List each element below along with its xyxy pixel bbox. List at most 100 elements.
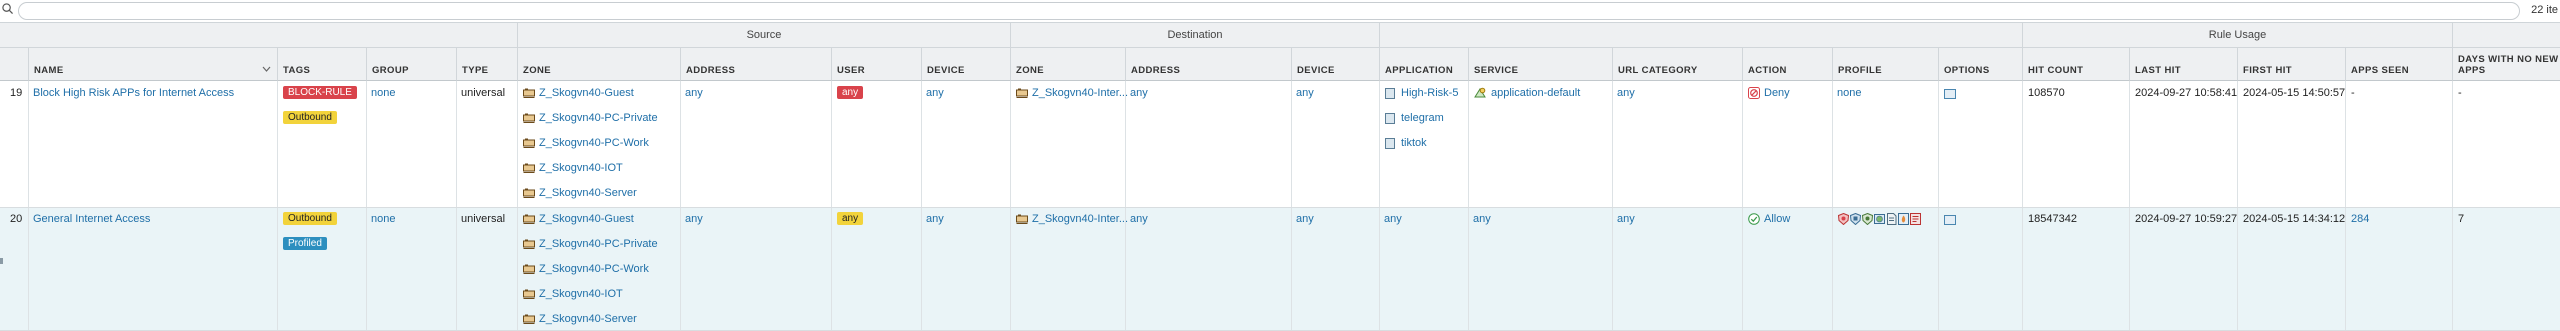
service-cell: application-default bbox=[1468, 81, 1612, 207]
dst-zone-link[interactable]: Z_Skogvn40-Inter... bbox=[1032, 213, 1128, 225]
group-header-destination: Destination bbox=[1010, 23, 1379, 47]
table-row[interactable]: 19 Block High Risk APPs for Internet Acc… bbox=[0, 81, 2560, 208]
col-header-apps-seen[interactable]: Apps Seen bbox=[2345, 47, 2452, 81]
src-address-value[interactable]: any bbox=[685, 213, 703, 225]
panel-resize-handle[interactable] bbox=[0, 258, 3, 264]
col-header-service[interactable]: Service bbox=[1468, 47, 1612, 81]
user-badge[interactable]: any bbox=[837, 86, 864, 99]
options-icon[interactable] bbox=[1944, 215, 1956, 225]
col-header-profile[interactable]: Profile bbox=[1832, 47, 1938, 81]
zone-icon bbox=[1016, 214, 1028, 224]
table-row[interactable]: 20 General Internet Access Outbound Prof… bbox=[0, 208, 2560, 331]
vulnerability-icon[interactable] bbox=[1850, 213, 1861, 225]
col-header-src-zone[interactable]: Zone bbox=[517, 47, 680, 81]
url-category-value[interactable]: any bbox=[1617, 213, 1635, 225]
src-device-value[interactable]: any bbox=[926, 213, 944, 225]
action-cell: Deny bbox=[1742, 81, 1832, 207]
profile-value[interactable]: none bbox=[1837, 87, 1861, 99]
url-filtering-icon[interactable] bbox=[1874, 213, 1885, 225]
action-value[interactable]: Allow bbox=[1764, 213, 1790, 225]
first-hit-cell: 2024-05-15 14:50:57 bbox=[2237, 81, 2345, 207]
col-header-group[interactable]: Group bbox=[366, 47, 456, 81]
data-filtering-icon[interactable] bbox=[1910, 213, 1921, 225]
col-header-url-category-label: URL Category bbox=[1618, 65, 1698, 76]
src-zone-link[interactable]: Z_Skogvn40-Guest bbox=[539, 87, 634, 99]
src-zone-link[interactable]: Z_Skogvn40-PC-Work bbox=[539, 263, 649, 275]
col-header-src-user-label: User bbox=[837, 65, 865, 76]
src-zone-link[interactable]: Z_Skogvn40-Guest bbox=[539, 213, 634, 225]
src-zone-link[interactable]: Z_Skogvn40-PC-Private bbox=[539, 112, 658, 124]
dst-device-value[interactable]: any bbox=[1296, 213, 1314, 225]
group-value[interactable]: none bbox=[371, 213, 395, 225]
user-badge[interactable]: any bbox=[837, 212, 864, 225]
col-header-last-hit[interactable]: Last Hit bbox=[2129, 47, 2237, 81]
service-value[interactable]: any bbox=[1473, 213, 1491, 225]
dst-device-value[interactable]: any bbox=[1296, 87, 1314, 99]
col-header-name[interactable]: Name bbox=[28, 47, 277, 81]
application-link[interactable]: telegram bbox=[1401, 112, 1444, 124]
days-no-new-value: 7 bbox=[2458, 213, 2465, 225]
col-header-options[interactable]: Options bbox=[1938, 47, 2022, 81]
service-link[interactable]: application-default bbox=[1491, 87, 1580, 99]
src-zone-link[interactable]: Z_Skogvn40-PC-Private bbox=[539, 238, 658, 250]
dst-device-cell: any bbox=[1291, 208, 1379, 330]
col-header-days-label-2: Apps bbox=[2458, 65, 2486, 76]
src-zone-link[interactable]: Z_Skogvn40-IOT bbox=[539, 288, 623, 300]
application-value[interactable]: any bbox=[1384, 213, 1402, 225]
zone-icon bbox=[523, 264, 535, 274]
apps-seen-link[interactable]: 284 bbox=[2351, 213, 2369, 225]
action-value[interactable]: Deny bbox=[1764, 87, 1790, 99]
col-header-hit-count[interactable]: Hit Count bbox=[2022, 47, 2129, 81]
col-header-src-address[interactable]: Address bbox=[680, 47, 831, 81]
search-icon[interactable] bbox=[2, 3, 13, 14]
col-header-src-user[interactable]: User bbox=[831, 47, 921, 81]
dst-address-value[interactable]: any bbox=[1130, 213, 1148, 225]
col-header-type[interactable]: Type bbox=[456, 47, 517, 81]
src-zone-cell: Z_Skogvn40-Guest Z_Skogvn40-PC-Private Z… bbox=[517, 81, 680, 207]
col-header-url-category[interactable]: URL Category bbox=[1612, 47, 1742, 81]
dst-address-cell: any bbox=[1125, 81, 1291, 207]
tag-badge[interactable]: Outbound bbox=[283, 212, 337, 225]
col-header-days-no-new-apps[interactable]: Days With No New Apps bbox=[2452, 47, 2560, 81]
tag-badge[interactable]: Outbound bbox=[283, 111, 337, 124]
src-zone-link[interactable]: Z_Skogvn40-PC-Work bbox=[539, 137, 649, 149]
col-header-dst-device[interactable]: Device bbox=[1291, 47, 1379, 81]
col-header-dst-zone[interactable]: Zone bbox=[1010, 47, 1125, 81]
src-address-cell: any bbox=[680, 208, 831, 330]
file-blocking-icon[interactable] bbox=[1886, 213, 1897, 225]
application-link[interactable]: tiktok bbox=[1401, 137, 1427, 149]
src-device-value[interactable]: any bbox=[926, 87, 944, 99]
col-header-action[interactable]: Action bbox=[1742, 47, 1832, 81]
dst-zone-link[interactable]: Z_Skogvn40-Inter... bbox=[1032, 87, 1128, 99]
src-zone-link[interactable]: Z_Skogvn40-Server bbox=[539, 313, 637, 325]
col-header-dst-address[interactable]: Address bbox=[1125, 47, 1291, 81]
search-input[interactable] bbox=[18, 2, 2520, 20]
src-address-value[interactable]: any bbox=[685, 87, 703, 99]
options-icon[interactable] bbox=[1944, 89, 1956, 99]
spyware-icon[interactable] bbox=[1862, 213, 1873, 225]
col-header-first-hit[interactable]: First Hit bbox=[2237, 47, 2345, 81]
row-number: 19 bbox=[10, 87, 23, 99]
dst-address-value[interactable]: any bbox=[1130, 87, 1148, 99]
tag-badge[interactable]: Profiled bbox=[283, 237, 327, 250]
antivirus-icon[interactable] bbox=[1838, 213, 1849, 225]
rule-name-link[interactable]: General Internet Access bbox=[33, 213, 150, 225]
col-header-application[interactable]: Application bbox=[1379, 47, 1468, 81]
tag-badge[interactable]: BLOCK-RULE bbox=[283, 86, 357, 99]
src-zone-link[interactable]: Z_Skogvn40-Server bbox=[539, 187, 637, 199]
url-category-value[interactable]: any bbox=[1617, 87, 1635, 99]
application-link[interactable]: High-Risk-5 bbox=[1401, 87, 1458, 99]
wildfire-icon[interactable] bbox=[1898, 213, 1909, 225]
last-hit-value: 2024-09-27 10:58:41 bbox=[2135, 87, 2238, 99]
rule-name-link[interactable]: Block High Risk APPs for Internet Access bbox=[33, 87, 234, 99]
col-header-tags[interactable]: Tags bbox=[277, 47, 366, 81]
col-header-src-device[interactable]: Device bbox=[921, 47, 1010, 81]
src-zone-link[interactable]: Z_Skogvn40-IOT bbox=[539, 162, 623, 174]
group-value[interactable]: none bbox=[371, 87, 395, 99]
dst-zone-cell: Z_Skogvn40-Inter... bbox=[1010, 208, 1128, 330]
group-header-rule-usage: Rule Usage bbox=[2022, 23, 2452, 47]
chevron-down-icon[interactable] bbox=[262, 66, 271, 72]
group-cell: none bbox=[366, 208, 456, 330]
col-header-hit-count-label: Hit Count bbox=[2028, 65, 2084, 76]
action-cell: Allow bbox=[1742, 208, 1832, 330]
